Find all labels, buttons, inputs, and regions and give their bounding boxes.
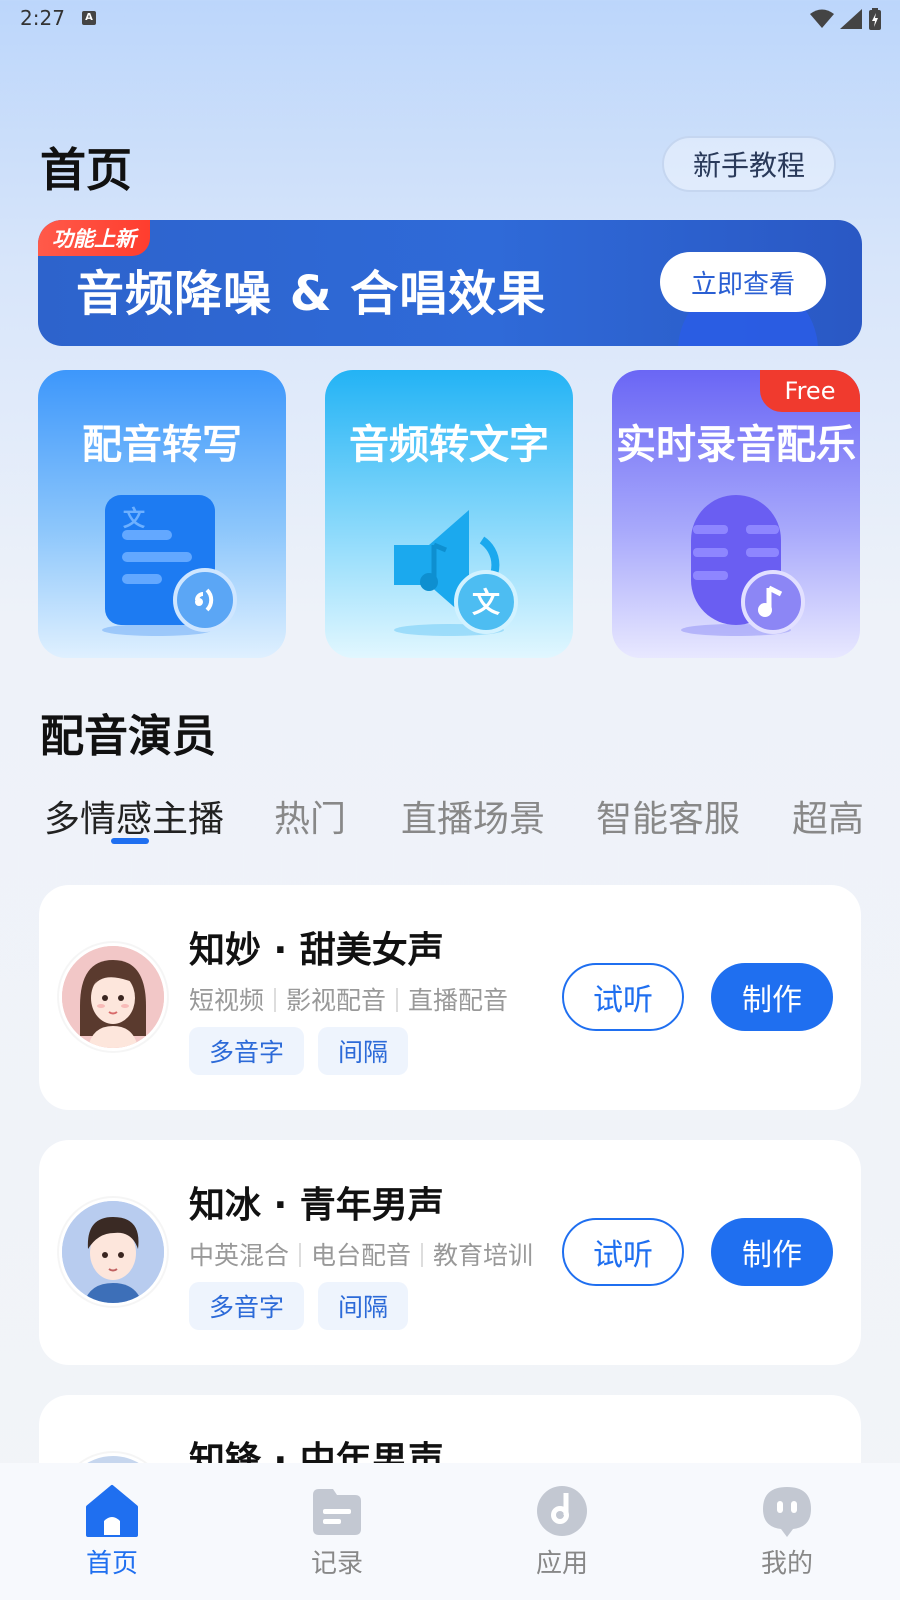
nav-apps[interactable]: 应用 <box>502 1483 622 1580</box>
svg-text:文: 文 <box>472 586 500 619</box>
banner-view-now-button[interactable]: 立即查看 <box>660 252 826 312</box>
avatar <box>59 1198 167 1306</box>
male-avatar-icon <box>62 1201 164 1303</box>
microphone-music-icon <box>681 495 805 636</box>
nav-label: 应用 <box>535 1549 588 1579</box>
voice-name: 知冰 · 青年男声 <box>189 1185 444 1226</box>
tab-ultra[interactable]: 超高 <box>792 790 862 842</box>
voice-scenes: 短视频 影视配音 直播配音 <box>189 981 508 1017</box>
make-button[interactable]: 制作 <box>711 963 833 1031</box>
nav-records[interactable]: 记录 <box>277 1483 397 1580</box>
feature-card-title: 配音转写 <box>82 422 242 468</box>
status-bar: 2:27 A <box>0 0 900 40</box>
bottom-navigation: 首页 记录 应用 我的 <box>0 1463 900 1600</box>
status-time: 2:27 <box>20 6 65 30</box>
tab-hot[interactable]: 热门 <box>274 790 346 842</box>
nav-profile[interactable]: 我的 <box>727 1483 847 1580</box>
scene-label: 中英混合 <box>189 1241 290 1270</box>
banner-new-feature-tag: 功能上新 <box>38 220 150 256</box>
scene-label: 电台配音 <box>311 1241 412 1270</box>
feature-tag: 间隔 <box>318 1027 409 1075</box>
feature-card-dubbing-transcribe[interactable]: 配音转写 文 <box>38 370 286 658</box>
listen-button[interactable]: 试听 <box>562 1218 684 1286</box>
svg-text:文: 文 <box>123 506 146 532</box>
scene-label: 教育培训 <box>433 1241 534 1270</box>
battery-icon <box>869 8 881 30</box>
scene-label: 影视配音 <box>286 986 387 1015</box>
divider <box>299 1243 302 1267</box>
home-icon <box>86 1485 138 1537</box>
signal-icon <box>840 9 862 29</box>
speaker-text-icon: 文 <box>394 510 518 636</box>
feature-card-audio-to-text[interactable]: 音频转文字 文 <box>325 370 573 658</box>
make-button[interactable]: 制作 <box>711 1218 833 1286</box>
promo-banner[interactable]: 功能上新 音频降噪 & 合唱效果 立即查看 <box>38 220 862 346</box>
feature-tag: 间隔 <box>318 1282 409 1330</box>
feature-card-live-record-music[interactable]: Free 实时录音配乐 <box>612 370 860 658</box>
voice-tags: 多音字 间隔 <box>189 1027 409 1075</box>
feature-card-title: 实时录音配乐 <box>616 422 856 468</box>
divider <box>396 988 399 1012</box>
divider <box>421 1243 424 1267</box>
notification-a-icon: A <box>82 11 96 25</box>
listen-button[interactable]: 试听 <box>562 963 684 1031</box>
voice-scenes: 中英混合 电台配音 教育培训 <box>189 1236 533 1272</box>
voice-card[interactable]: 知妙 · 甜美女声 短视频 影视配音 直播配音 多音字 间隔 试听 制作 <box>39 885 861 1110</box>
female-avatar-icon <box>62 946 164 1048</box>
voice-card[interactable]: 知冰 · 青年男声 中英混合 电台配音 教育培训 多音字 间隔 试听 制作 <box>39 1140 861 1365</box>
nav-home[interactable]: 首页 <box>52 1483 172 1580</box>
nav-label: 我的 <box>760 1549 813 1579</box>
tab-active-indicator <box>111 838 149 844</box>
profile-bubble-icon <box>763 1487 811 1537</box>
divider <box>274 988 277 1012</box>
wifi-icon <box>810 9 834 28</box>
banner-headline: 音频降噪 & 合唱效果 <box>76 266 547 322</box>
section-title-voice-actors: 配音演员 <box>40 711 216 762</box>
scene-label: 直播配音 <box>408 986 509 1015</box>
scene-label: 短视频 <box>189 986 265 1015</box>
status-icons <box>810 8 882 30</box>
voice-name: 知妙 · 甜美女声 <box>189 930 444 971</box>
avatar <box>59 943 167 1051</box>
page-title: 首页 <box>40 143 132 197</box>
tutorial-button[interactable]: 新手教程 <box>662 136 836 192</box>
tab-smart-service[interactable]: 智能客服 <box>596 790 740 842</box>
feature-card-title: 音频转文字 <box>349 422 549 468</box>
tab-multi-emotion[interactable]: 多情感主播 <box>44 790 224 842</box>
free-badge: Free <box>760 370 860 412</box>
category-tabs: 多情感主播 热门 直播场景 智能客服 超高 <box>44 790 862 844</box>
nav-label: 记录 <box>310 1549 363 1579</box>
feature-tag: 多音字 <box>189 1282 305 1330</box>
folder-icon <box>313 1489 361 1535</box>
tab-live-scene[interactable]: 直播场景 <box>401 790 545 842</box>
voice-tags: 多音字 间隔 <box>189 1282 409 1330</box>
music-disc-icon <box>537 1486 587 1536</box>
document-audio-icon: 文 <box>102 495 237 636</box>
nav-label: 首页 <box>85 1549 138 1579</box>
feature-tag: 多音字 <box>189 1027 305 1075</box>
